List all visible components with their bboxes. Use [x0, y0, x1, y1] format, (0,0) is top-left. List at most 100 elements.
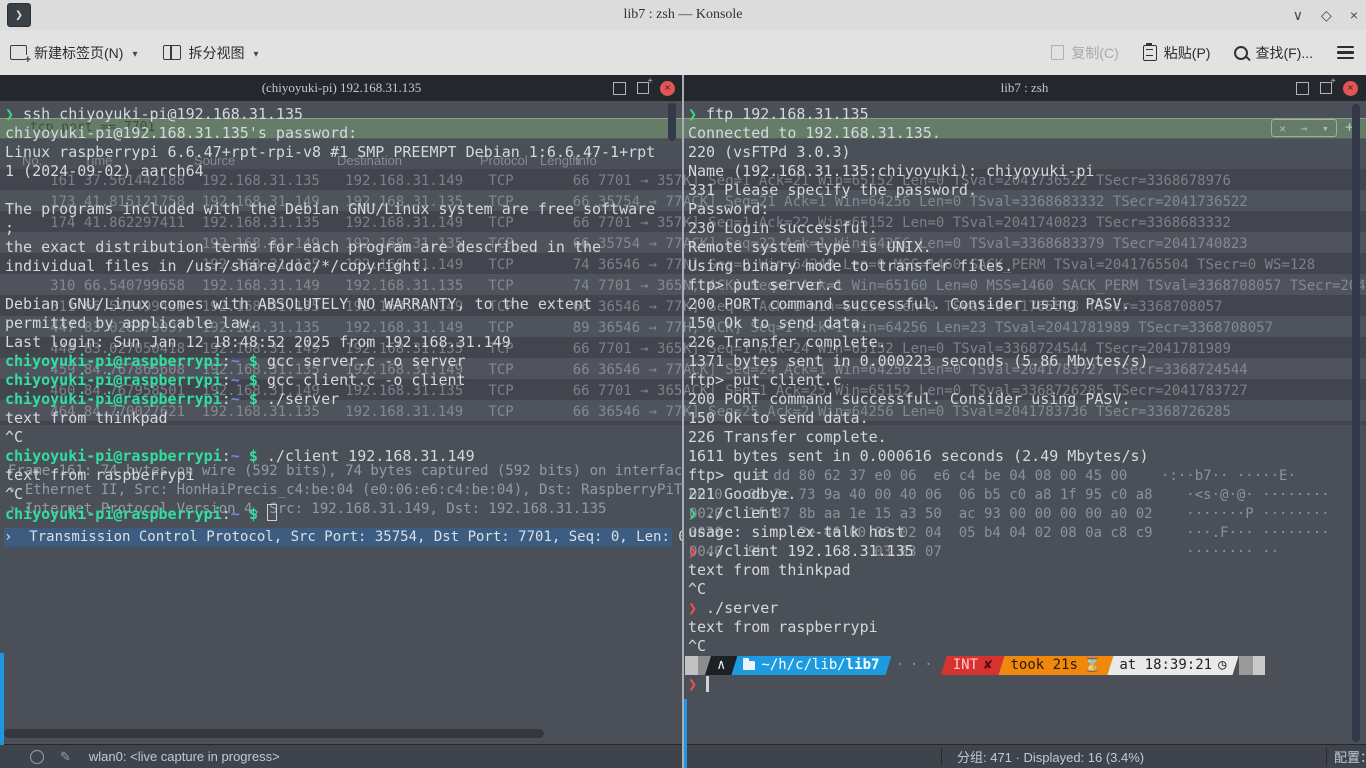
find-label: 查找(F)...: [1255, 43, 1313, 63]
wireshark-filter-buttons: ✕ → ▾: [1271, 119, 1337, 137]
terminal-line: The programs included with the Debian GN…: [5, 200, 655, 219]
window-title: lib7 : zsh — Konsole: [0, 7, 1366, 23]
terminal-line: 220 (vsFTPd 3.0.3): [688, 143, 1149, 162]
maximize-pane-icon[interactable]: [613, 82, 626, 95]
left-pane-header[interactable]: (chiyoyuki-pi) 192.168.31.135 ×: [0, 75, 683, 101]
terminal-line: 226 Transfer complete.: [688, 333, 1149, 352]
terminal-line: ❯ ssh chiyoyuki-pi@192.168.31.135: [5, 105, 655, 124]
split-panes: (chiyoyuki-pi) 192.168.31.135 × tcp.port…: [0, 75, 1366, 768]
terminal-line: 1611 bytes sent in 0.000616 seconds (2.4…: [688, 447, 1149, 466]
terminal-line: chiyoyuki-pi@raspberrypi:~ $: [5, 504, 655, 523]
terminal-line: ftp> put server.c: [688, 276, 1149, 295]
terminal-line: 150 Ok to send data.: [688, 314, 1149, 333]
profile-text: 配置：Defaul: [1334, 747, 1366, 766]
terminal-line: text from raspberrypi: [5, 466, 655, 485]
left-pane: (chiyoyuki-pi) 192.168.31.135 × tcp.port…: [0, 75, 683, 768]
right-pane-header[interactable]: lib7 : zsh ×: [683, 75, 1366, 101]
terminal-line: [5, 276, 655, 295]
left-pane-title: (chiyoyuki-pi) 192.168.31.135: [262, 80, 422, 96]
hourglass-icon: ⌛: [1084, 656, 1101, 675]
os-icon: ∧: [717, 656, 725, 675]
terminal-line: chiyoyuki-pi@raspberrypi:~ $ ./server: [5, 390, 655, 409]
maximize-pane-icon[interactable]: [1296, 82, 1309, 95]
terminal-line: Name (192.168.31.135:chiyoyuki): chiyoyu…: [688, 162, 1149, 181]
find-button[interactable]: 查找(F)...: [1234, 43, 1313, 63]
powerline-prompt: ∧ ~/h/c/lib/lib7 ··· INT ✘ took 21s ⌛: [685, 656, 1265, 675]
powerline-cap: [685, 656, 698, 675]
shade-window-button[interactable]: ∨: [1293, 7, 1303, 24]
apply-filter-icon: →: [1301, 122, 1308, 135]
left-terminal[interactable]: tcp.port == 7701 No.TimeSourceDestinatio…: [0, 101, 683, 768]
chevron-down-icon[interactable]: ▾: [132, 49, 137, 60]
terminal-line: chiyoyuki-pi@raspberrypi:~ $ ./client 19…: [5, 447, 655, 466]
terminal-line: chiyoyuki-pi@raspberrypi:~ $ gcc server.…: [5, 352, 655, 371]
path-segment: ~/h/c/lib/lib7: [731, 656, 891, 675]
terminal-line: 200 PORT command successful. Consider us…: [688, 390, 1149, 409]
right-pane: lib7 : zsh × ✕ → ▾ + K] Seq: [683, 75, 1366, 768]
terminal-line: Last login: Sun Jan 12 18:48:52 2025 fro…: [5, 333, 655, 352]
terminal-line: ^C: [5, 428, 655, 447]
paste-button[interactable]: 粘贴(P): [1143, 43, 1211, 63]
copy-label: 复制(C): [1071, 43, 1118, 63]
terminal-line: text from thinkpad: [688, 561, 1149, 580]
filter-menu-icon: ▾: [1322, 122, 1329, 135]
duration-segment: took 21s ⌛: [998, 656, 1113, 675]
detach-pane-icon[interactable]: [1320, 82, 1332, 94]
split-view-label: 拆分视图: [188, 43, 244, 63]
capture-status-text: wlan0: <live capture in progress>: [89, 749, 280, 764]
pane-divider[interactable]: [682, 75, 684, 768]
right-scrollbar-thumb[interactable]: [1352, 104, 1360, 742]
close-pane-icon[interactable]: ×: [1343, 81, 1358, 96]
terminal-line: chiyoyuki-pi@192.168.31.135's password:: [5, 124, 655, 143]
time-segment: at 18:39:21 ◷: [1107, 656, 1238, 675]
left-scrollbar-thumb[interactable]: [668, 103, 676, 141]
new-tab-button[interactable]: 新建标签页(N) ▾: [10, 43, 137, 63]
terminal-line: ❯: [688, 675, 1149, 694]
split-view-button[interactable]: 拆分视图 ▾: [163, 43, 258, 63]
powerline-cap: [1253, 656, 1265, 675]
terminal-line: ❯ ./client 192.168.31.135: [688, 542, 1149, 561]
new-tab-icon: [10, 45, 27, 60]
terminal-line: ^C: [5, 485, 655, 504]
terminal-line: ❯ ./client: [688, 504, 1149, 523]
right-terminal[interactable]: ✕ → ▾ + K] Seq=1 Ack=21 Win=65152 Len=0 …: [683, 101, 1366, 768]
terminal-line: ftp> put client.c: [688, 371, 1149, 390]
konsole-window: ❯ lib7 : zsh — Konsole ∨ ◇ × 新建标签页(N) ▾ …: [0, 0, 1366, 768]
close-pane-icon[interactable]: ×: [660, 81, 675, 96]
copy-button[interactable]: 复制(C): [1051, 43, 1118, 63]
titlebar: ❯ lib7 : zsh — Konsole ∨ ◇ ×: [0, 0, 1366, 31]
terminal-line: ❯ ftp 192.168.31.135: [688, 105, 1149, 124]
terminal-line: text from raspberrypi: [688, 618, 1149, 637]
terminal-line: ^C: [688, 580, 1149, 599]
left-terminal-text: ❯ ssh chiyoyuki-pi@192.168.31.135chiyoyu…: [5, 105, 655, 523]
close-window-button[interactable]: ×: [1350, 7, 1358, 23]
folder-icon: [743, 661, 755, 670]
terminal-line: ❯ ./server: [688, 599, 1149, 618]
blue-edge-bar: [0, 653, 4, 745]
toolbar: 新建标签页(N) ▾ 拆分视图 ▾ 复制(C) 粘贴(P) 查找(F)...: [0, 30, 1366, 75]
powerline-gap-dots: ···: [887, 656, 946, 675]
terminal-line: chiyoyuki-pi@raspberrypi:~ $ gcc client.…: [5, 371, 655, 390]
terminal-line: 226 Transfer complete.: [688, 428, 1149, 447]
packet-count-text: 分组: 471 · Displayed: 16 (3.4%): [957, 747, 1144, 766]
chevron-down-icon[interactable]: ▾: [253, 49, 258, 60]
search-icon: [1234, 46, 1248, 60]
hamburger-menu-button[interactable]: [1337, 46, 1354, 59]
terminal-line: 1371 bytes sent in 0.000223 seconds (5.8…: [688, 352, 1149, 371]
new-tab-label: 新建标签页(N): [34, 43, 123, 63]
terminal-line: 230 Login successful.: [688, 219, 1149, 238]
clock-icon: ◷: [1218, 656, 1226, 675]
right-pane-title: lib7 : zsh: [1001, 80, 1049, 96]
wireshark-horizontal-scrollbar[interactable]: [4, 729, 544, 738]
terminal-line: individual files in /usr/share/doc/*/cop…: [5, 257, 655, 276]
terminal-line: 331 Please specify the password.: [688, 181, 1149, 200]
maximize-window-button[interactable]: ◇: [1321, 7, 1332, 24]
detach-pane-icon[interactable]: [637, 82, 649, 94]
wireshark-selected-row: › Transmission Control Protocol, Src Por…: [4, 528, 672, 547]
right-terminal-text: ❯ ftp 192.168.31.135Connected to 192.168…: [688, 105, 1149, 694]
terminal-line: ;: [5, 219, 655, 238]
terminal-line: [5, 181, 655, 200]
copy-icon: [1051, 45, 1064, 60]
clear-filter-icon: ✕: [1279, 122, 1286, 135]
terminal-line: 150 Ok to send data.: [688, 409, 1149, 428]
